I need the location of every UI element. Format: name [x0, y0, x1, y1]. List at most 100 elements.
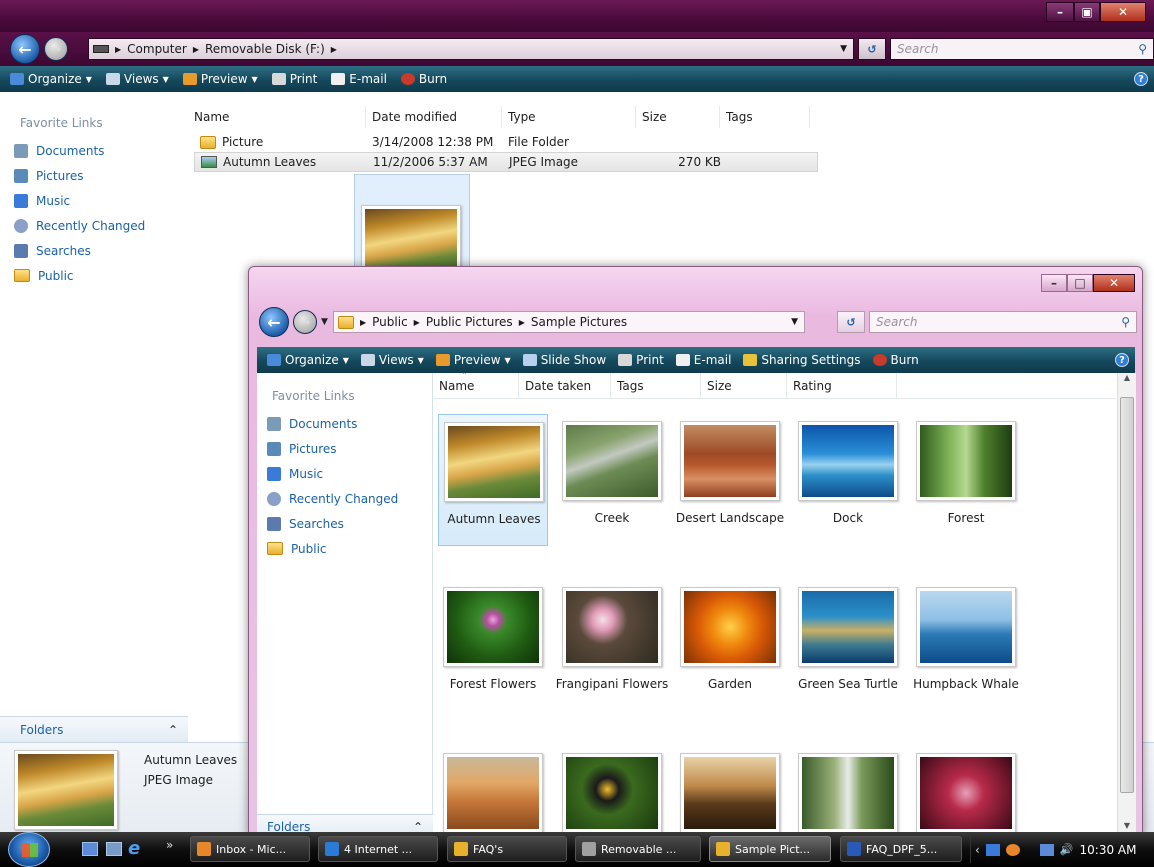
picture-tile[interactable]: Forest — [911, 421, 1021, 551]
minimize-button[interactable]: – — [1046, 2, 1074, 22]
taskbar-button[interactable]: FAQ_DPF_5... — [840, 836, 962, 862]
search-input[interactable]: Search ⚲ — [890, 38, 1154, 60]
taskbar-button[interactable]: 4 Internet ... — [318, 836, 438, 862]
picture-tile[interactable]: Desert Landscape — [675, 421, 785, 551]
breadcrumb-removable-disk[interactable]: Removable Disk (F:) — [205, 42, 325, 56]
picture-tile[interactable]: Autumn Leaves — [438, 414, 548, 546]
favorite-link-music[interactable]: Music — [14, 188, 145, 213]
refresh-button[interactable]: ↺ — [837, 311, 865, 333]
help-icon[interactable]: ? — [1115, 353, 1129, 367]
picture-tile[interactable]: Green Sea Turtle — [793, 587, 903, 717]
picture-tile[interactable]: Forest Flowers — [438, 587, 548, 717]
breadcrumb-sample-pictures[interactable]: Sample Pictures — [531, 315, 627, 329]
help-icon[interactable]: ? — [1134, 72, 1148, 86]
favorite-link-documents[interactable]: Documents — [267, 411, 398, 436]
close-button[interactable]: ✕ — [1100, 2, 1146, 22]
scroll-thumb[interactable] — [1120, 397, 1134, 793]
tray-app-icon[interactable] — [985, 843, 1000, 856]
taskbar-button[interactable]: Sample Pict... — [709, 836, 831, 862]
views-button[interactable]: Views ▼ — [360, 353, 424, 367]
column-name[interactable]: Name — [188, 106, 366, 128]
favorite-link-documents[interactable]: Documents — [14, 138, 145, 163]
network-icon[interactable] — [1039, 843, 1054, 856]
tray-overflow-icon[interactable]: ‹ — [975, 843, 980, 857]
picture-tile[interactable]: Frangipani Flowers — [556, 587, 668, 717]
taskbar-button[interactable]: FAQ's — [447, 836, 567, 862]
picture-tile[interactable] — [675, 753, 785, 838]
organize-button[interactable]: Organize ▼ — [10, 72, 92, 86]
burn-button[interactable]: Burn — [872, 353, 919, 367]
column-size[interactable]: Size — [636, 106, 720, 128]
column-tags[interactable]: Tags — [720, 106, 810, 128]
maximize-button[interactable]: ▣ — [1074, 2, 1100, 22]
close-button[interactable]: ✕ — [1093, 274, 1135, 292]
search-input[interactable]: Search ⚲ — [869, 311, 1137, 333]
favorite-link-pictures[interactable]: Pictures — [267, 436, 398, 461]
column-date-taken[interactable]: Date taken — [519, 373, 611, 398]
switch-windows-icon[interactable] — [106, 842, 122, 856]
search-icon[interactable]: ⚲ — [1121, 315, 1130, 329]
forward-button[interactable]: → — [293, 310, 317, 334]
clock[interactable]: 10:30 AM — [1080, 843, 1137, 857]
column-rating[interactable]: Rating — [787, 373, 897, 398]
favorite-link-searches[interactable]: Searches — [267, 511, 398, 536]
breadcrumb-public-pictures[interactable]: Public Pictures — [426, 315, 513, 329]
show-desktop-icon[interactable] — [82, 842, 98, 856]
favorite-link-music[interactable]: Music — [267, 461, 398, 486]
folders-bar[interactable]: Folders ⌃ — [0, 716, 188, 742]
minimize-button[interactable]: – — [1041, 274, 1067, 292]
picture-tile[interactable] — [793, 753, 903, 838]
picture-tile[interactable]: Dock — [793, 421, 903, 551]
sharing-settings-button[interactable]: Sharing Settings — [743, 353, 861, 367]
forward-button[interactable]: → — [44, 37, 68, 61]
breadcrumb-public[interactable]: Public — [372, 315, 408, 329]
print-button[interactable]: Print — [618, 353, 664, 367]
taskbar-button[interactable]: Inbox - Mic... — [190, 836, 310, 862]
address-bar[interactable]: ▶ Computer ▶ Removable Disk (F:) ▶ ▼ — [88, 38, 854, 60]
email-button[interactable]: E-mail — [331, 72, 387, 86]
address-dropdown-icon[interactable]: ▼ — [840, 44, 847, 54]
column-tags[interactable]: Tags — [611, 373, 701, 398]
picture-tile[interactable]: Creek — [557, 421, 667, 551]
burn-button[interactable]: Burn — [400, 72, 447, 86]
refresh-button[interactable]: ↺ — [858, 38, 886, 60]
title-bar[interactable]: – ▣ ✕ — [0, 0, 1154, 32]
breadcrumb-computer[interactable]: Computer — [127, 42, 187, 56]
volume-icon[interactable]: 🔊 — [1060, 843, 1074, 856]
picture-tile[interactable]: Humpback Whale — [911, 587, 1021, 717]
recent-pages-dropdown-icon[interactable]: ▼ — [321, 317, 328, 327]
favorite-link-pictures[interactable]: Pictures — [14, 163, 145, 188]
address-bar[interactable]: ▶ Public ▶ Public Pictures ▶ Sample Pict… — [333, 311, 805, 333]
favorite-link-recently-changed[interactable]: Recently Changed — [267, 486, 398, 511]
column-date-modified[interactable]: Date modified — [366, 106, 502, 128]
picture-tile[interactable]: Garden — [675, 587, 785, 717]
favorite-link-recently-changed[interactable]: Recently Changed — [14, 213, 145, 238]
preview-button[interactable]: Preview ▼ — [435, 353, 511, 367]
picture-tile[interactable] — [911, 753, 1021, 838]
start-button[interactable] — [8, 832, 50, 867]
views-button[interactable]: Views ▼ — [105, 72, 169, 86]
organize-button[interactable]: Organize ▼ — [267, 353, 349, 367]
preview-button[interactable]: Preview ▼ — [182, 72, 258, 86]
chevron-up-icon[interactable]: ⌃ — [168, 723, 178, 737]
maximize-button[interactable]: □ — [1067, 274, 1093, 292]
picture-tile[interactable] — [557, 753, 667, 838]
tray-outlook-icon[interactable] — [1005, 843, 1020, 856]
email-button[interactable]: E-mail — [675, 353, 731, 367]
picture-tile[interactable] — [438, 753, 548, 838]
taskbar-button[interactable]: Removable ... — [575, 836, 701, 862]
quicklaunch-overflow-icon[interactable]: » — [166, 838, 173, 852]
column-name[interactable]: Name ⌃ — [433, 373, 519, 398]
back-button[interactable]: ← — [10, 34, 40, 64]
file-row-autumn-leaves[interactable]: Autumn Leaves 11/2/2006 5:37 AM JPEG Ima… — [194, 152, 818, 172]
favorite-link-searches[interactable]: Searches — [14, 238, 145, 263]
scroll-up-arrow[interactable]: ▲ — [1118, 373, 1136, 389]
vertical-scrollbar[interactable]: ▲ ▼ — [1117, 373, 1136, 838]
back-button[interactable]: ← — [259, 307, 289, 337]
search-icon[interactable]: ⚲ — [1138, 42, 1147, 56]
favorite-link-public[interactable]: Public — [267, 536, 398, 561]
internet-explorer-quicklaunch-icon[interactable]: e — [128, 838, 140, 859]
column-type[interactable]: Type — [502, 106, 636, 128]
column-size[interactable]: Size — [701, 373, 787, 398]
favorite-link-public[interactable]: Public — [14, 263, 145, 288]
